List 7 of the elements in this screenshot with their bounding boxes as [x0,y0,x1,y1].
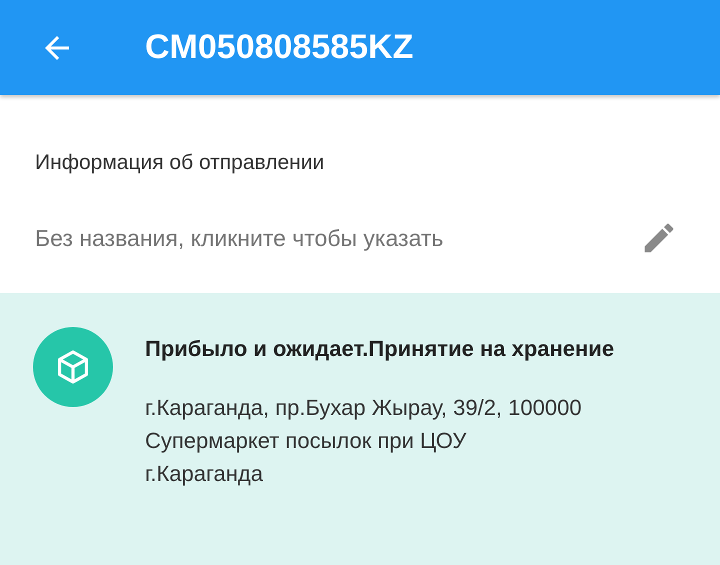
section-heading: Информация об отправлении [35,151,324,175]
status-title: Прибыло и ожидает.Принятие на хранение [145,335,616,363]
tracking-number-title: CM050808585KZ [145,28,414,67]
address-line: г.Караганда [145,460,264,488]
name-placeholder[interactable]: Без названия, кликните чтобы указать [35,224,640,252]
address-line: Супермаркет посылок при ЦОУ [145,427,468,455]
address-line: г.Караганда, пр.Бухар Жырау, 39/2, 100000 [145,394,583,422]
